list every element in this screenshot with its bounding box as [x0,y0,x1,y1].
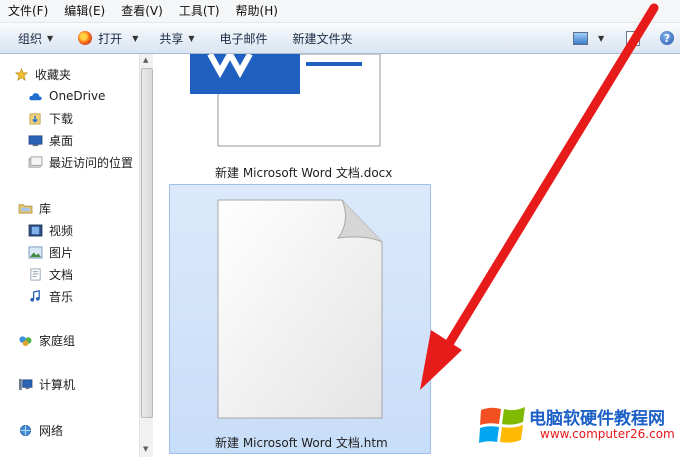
watermark-url: www.computer26.com [540,427,675,441]
windows-logo-icon [479,407,525,443]
watermark-title: 电脑软硬件教程网 [529,409,665,429]
red-arrow-annotation [420,3,659,390]
